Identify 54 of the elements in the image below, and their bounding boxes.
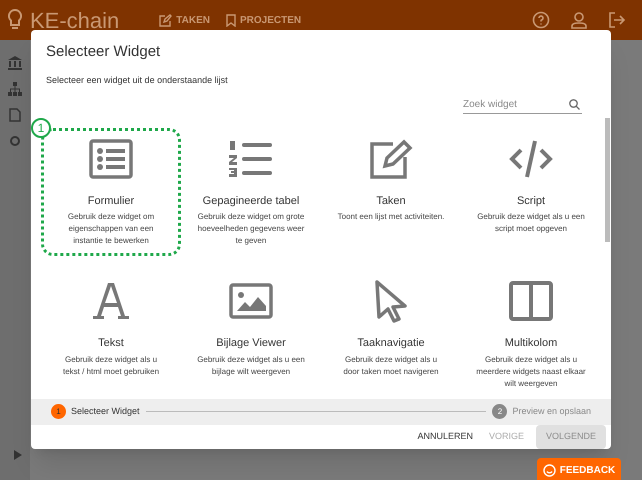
widget-description: Toont een lijst met activiteiten. xyxy=(336,211,446,223)
step-number: 1 xyxy=(51,404,66,420)
widget-card[interactable]: Taaknavigatie Gebruik deze widget als u door taken moet navigeren xyxy=(321,270,461,398)
user-icon[interactable] xyxy=(570,11,588,29)
cursor-icon xyxy=(373,279,409,323)
scrollbar[interactable] xyxy=(605,118,610,242)
widget-card[interactable]: Multikolom Gebruik deze widget als u meerdere widgets naast elkaar wilt weergeven xyxy=(461,270,601,398)
bank-icon[interactable] xyxy=(8,56,22,70)
app-logo: KE-chain xyxy=(30,6,120,34)
widget-title: Bijlage Viewer xyxy=(216,336,286,351)
edit-icon xyxy=(159,14,172,26)
columns-icon xyxy=(509,281,553,321)
widget-description: Gebruik deze widget als u een script moet opgeven xyxy=(476,211,586,235)
letter-icon xyxy=(91,281,131,321)
dialog-button[interactable]: ANNULEREN xyxy=(413,425,477,449)
widget-description: Gebruik deze widget om eigenschappen van een instantie te bewerken xyxy=(66,211,156,247)
widget-title: Multikolom xyxy=(504,336,558,351)
numbered-list-icon xyxy=(228,138,274,178)
widget-title: Taaknavigatie xyxy=(357,336,425,351)
search-icon xyxy=(569,99,580,110)
smiley-icon xyxy=(542,464,556,476)
step-label: Selecteer Widget xyxy=(71,405,140,418)
step-number: 2 xyxy=(492,404,508,420)
widget-card[interactable]: Taken Toont een lijst met activiteiten. xyxy=(321,128,461,256)
bookmark-icon xyxy=(226,14,236,26)
widget-description: Gebruik deze widget als u een bijlage wilt weergeven xyxy=(196,354,306,378)
dialog-title: Selecteer Widget xyxy=(46,42,162,62)
help-icon[interactable] xyxy=(532,11,550,29)
widget-description: Gebruik deze widget als u meerdere widgets naast elkaar wilt weergeven xyxy=(475,354,587,390)
widget-title: Formulier xyxy=(88,194,134,208)
widget-title: Script xyxy=(516,194,546,208)
widget-title: Taken xyxy=(376,194,406,208)
dialog-subtitle: Selecteer een widget uit de onderstaande lijst xyxy=(46,74,229,87)
logout-icon[interactable] xyxy=(608,11,626,29)
image-icon xyxy=(229,281,273,321)
edit-icon xyxy=(369,138,413,178)
widget-card[interactable]: Gepagineerde tabel Gebruik deze widget om grote hoeveelheden gegevens weer te geven xyxy=(181,128,321,256)
form-list-icon xyxy=(89,138,133,178)
code-icon xyxy=(509,138,553,178)
step-label: Preview en opslaan xyxy=(512,405,591,418)
search-field[interactable]: Zoek widget xyxy=(463,96,582,114)
lightbulb-icon xyxy=(8,9,22,31)
widget-title: Tekst xyxy=(98,336,124,351)
callout-badge: 1 xyxy=(31,118,51,138)
widget-description: Gebruik deze widget als u tekst / html moet gebruiken xyxy=(62,354,160,378)
widget-description: Gebruik deze widget om grote hoeveelheden gegevens weer te geven xyxy=(196,211,306,247)
caret-icon[interactable] xyxy=(14,450,22,460)
widget-card[interactable]: Bijlage Viewer Gebruik deze widget als u een bijlage wilt weergeven xyxy=(181,270,321,398)
widget-card[interactable]: Script Gebruik deze widget als u een script moet opgeven xyxy=(461,128,601,256)
widget-description: Gebruik deze widget als u door taken moet navigeren xyxy=(342,354,440,378)
widget-card[interactable]: Tekst Gebruik deze widget als u tekst / html moet gebruiken xyxy=(41,270,181,398)
document-icon[interactable] xyxy=(9,108,21,122)
widget-title: Gepagineerde tabel xyxy=(202,194,300,208)
hierarchy-icon[interactable] xyxy=(8,82,22,96)
